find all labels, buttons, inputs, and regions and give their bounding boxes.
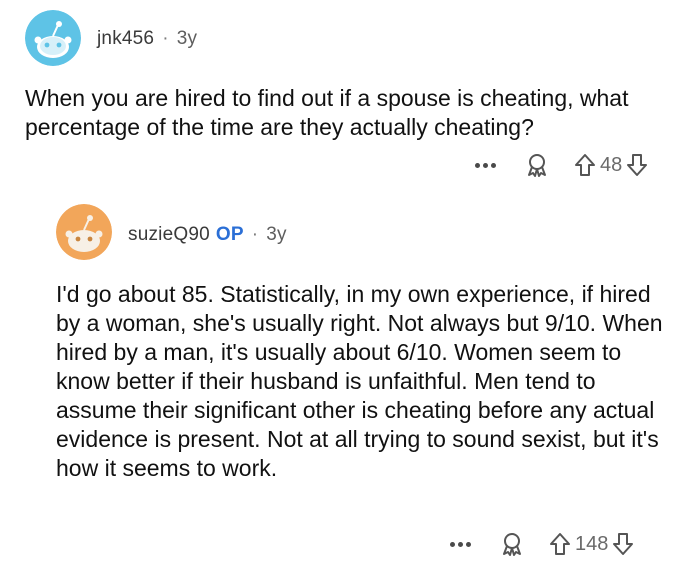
snoo-avatar-icon: [56, 204, 112, 260]
award-icon[interactable]: [499, 531, 525, 557]
downvote-arrow-icon[interactable]: [626, 153, 648, 177]
comment-header: suzieQ90 OP · 3y: [128, 224, 287, 246]
separator-dot: ·: [162, 28, 169, 49]
comment-2: suzieQ90 OP · 3y I'd go about 85. Statistic…: [0, 190, 700, 574]
comment-body: I'd go about 85. Statistically, in my ow…: [56, 281, 663, 481]
award-icon[interactable]: [524, 152, 550, 178]
downvote-arrow-icon[interactable]: [612, 532, 634, 556]
more-options-icon[interactable]: [450, 541, 471, 547]
separator-dot: ·: [251, 224, 259, 245]
upvote-arrow-icon[interactable]: [574, 153, 596, 177]
snoo-avatar-icon: [25, 10, 81, 66]
upvote-arrow-icon[interactable]: [549, 532, 571, 556]
comment-actions: 148: [450, 529, 634, 559]
comment-header: jnk456 · 3y: [97, 28, 197, 50]
timestamp: 3y: [266, 224, 287, 245]
vote-count: 148: [575, 532, 609, 555]
comment-actions: 48: [475, 150, 648, 180]
username[interactable]: jnk456: [97, 28, 154, 49]
more-options-icon[interactable]: [475, 162, 496, 168]
op-badge: OP: [215, 224, 244, 245]
username[interactable]: suzieQ90: [128, 224, 210, 245]
avatar[interactable]: [25, 10, 81, 66]
comment-body: When you are hired to find out if a spou…: [25, 85, 629, 140]
timestamp: 3y: [176, 28, 198, 49]
avatar[interactable]: [56, 204, 112, 260]
comment-1: jnk456 · 3y When you are hired to find out…: [0, 0, 700, 190]
vote-count: 48: [600, 153, 623, 176]
